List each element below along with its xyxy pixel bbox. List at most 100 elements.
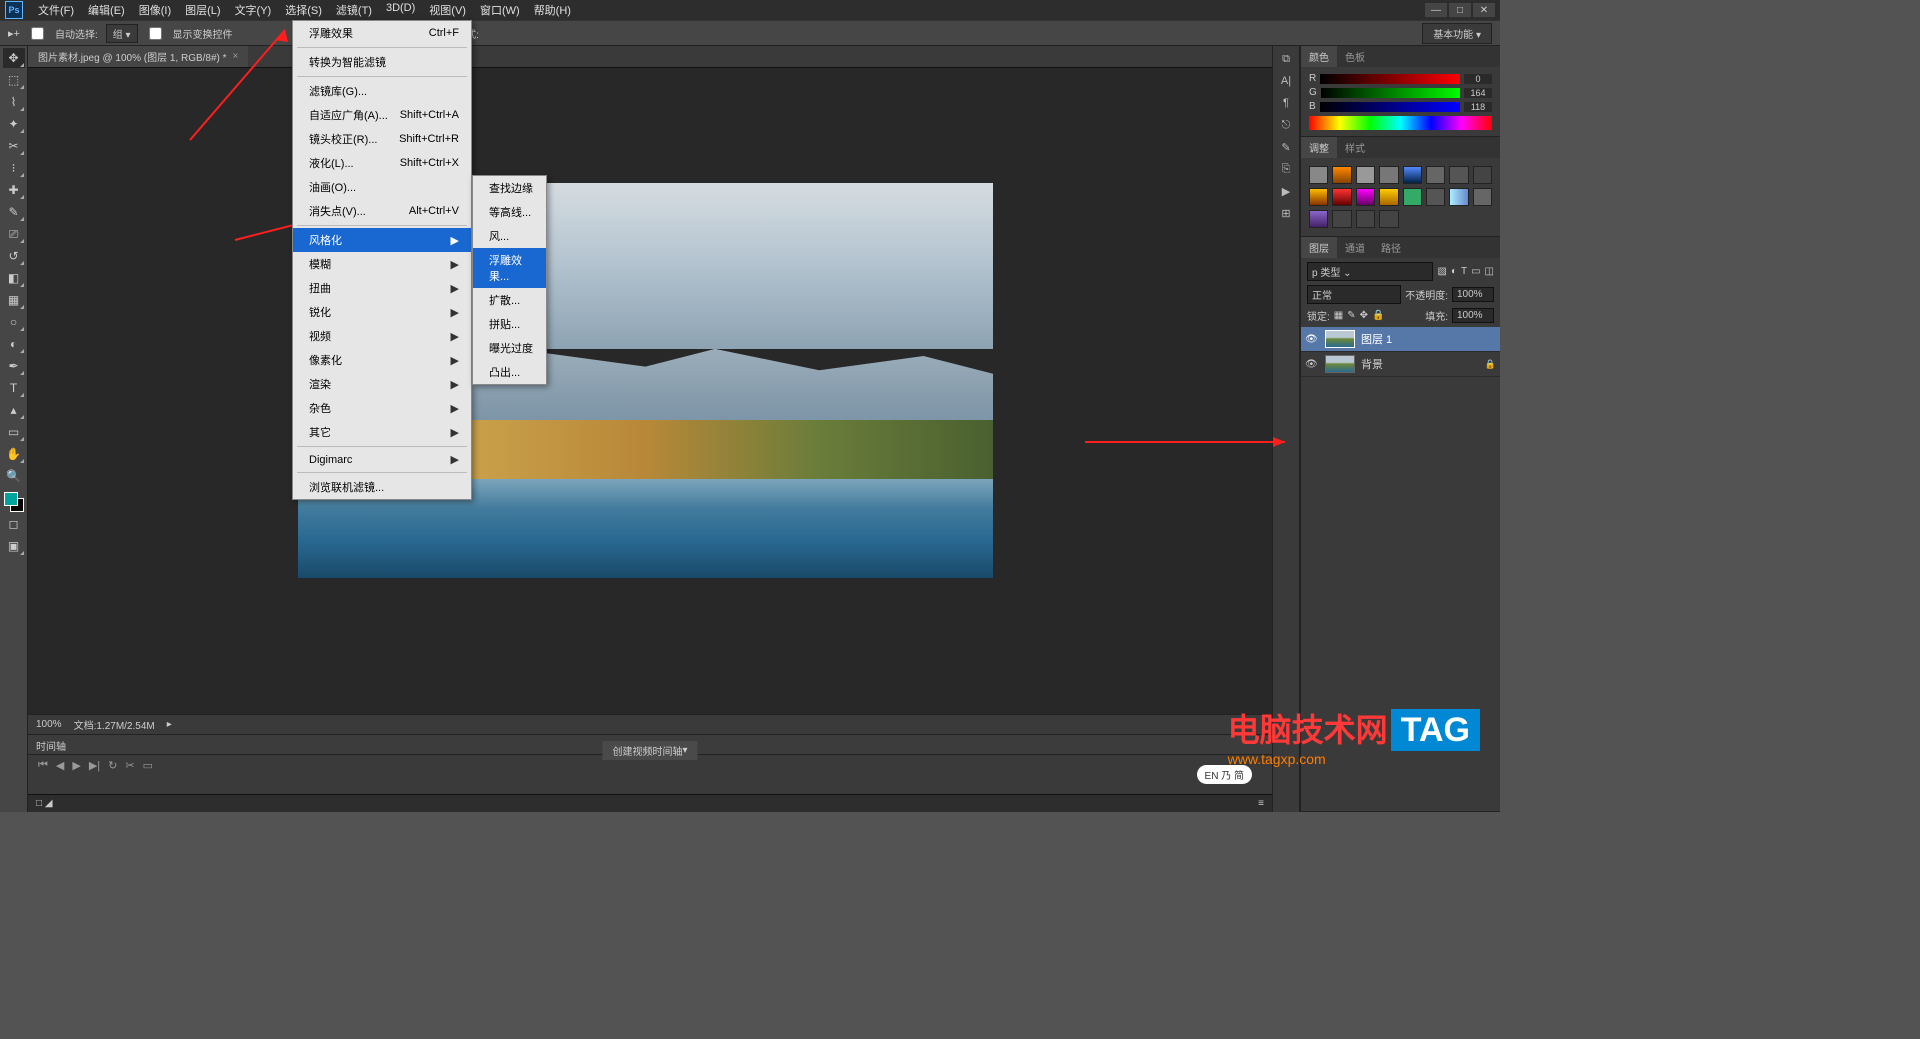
filter-pixel-icon[interactable]: ▧ bbox=[1437, 266, 1446, 277]
history-brush-tool[interactable]: ↺ bbox=[3, 246, 25, 266]
lock-all-icon[interactable]: 🔒 bbox=[1372, 310, 1384, 321]
path-selection-tool[interactable]: ▴ bbox=[3, 400, 25, 420]
adj-bw[interactable] bbox=[1473, 166, 1492, 184]
adj-curves[interactable] bbox=[1356, 166, 1375, 184]
adj-brightness[interactable] bbox=[1309, 166, 1328, 184]
type-tool[interactable]: T bbox=[3, 378, 25, 398]
filter-browse-online[interactable]: 浏览联机滤镜... bbox=[293, 475, 471, 499]
filter-liquify[interactable]: 液化(L)...Shift+Ctrl+X bbox=[293, 151, 471, 175]
layer-visibility-icon[interactable]: 👁 bbox=[1305, 359, 1319, 370]
zoom-level[interactable]: 100% bbox=[36, 719, 62, 730]
menu-3d[interactable]: 3D(D) bbox=[379, 0, 422, 21]
quick-mask-icon[interactable]: ◻ bbox=[3, 514, 25, 534]
adj-color-lookup[interactable] bbox=[1356, 188, 1375, 206]
opacity-input[interactable]: 100% bbox=[1452, 287, 1494, 302]
filter-render[interactable]: 渲染▶ bbox=[293, 372, 471, 396]
menu-type[interactable]: 文字(Y) bbox=[228, 0, 279, 21]
marquee-tool[interactable]: ⬚ bbox=[3, 70, 25, 90]
mini-bridge-icon[interactable]: □ ◢ bbox=[36, 798, 53, 809]
lock-pixels-icon[interactable]: ✎ bbox=[1347, 310, 1355, 321]
stylize-tiles[interactable]: 拼贴... bbox=[473, 312, 546, 336]
color-swatch[interactable] bbox=[4, 492, 24, 512]
adj-gradient-map[interactable] bbox=[1449, 188, 1468, 206]
channels-tab[interactable]: 通道 bbox=[1337, 237, 1373, 258]
filter-oil-paint[interactable]: 油画(O)... bbox=[293, 175, 471, 199]
menu-select[interactable]: 选择(S) bbox=[278, 0, 329, 21]
close-icon[interactable]: ✕ bbox=[1473, 3, 1495, 17]
layer-visibility-icon[interactable]: 👁 bbox=[1305, 334, 1319, 345]
minimize-icon[interactable]: — bbox=[1425, 3, 1447, 17]
filter-stylize[interactable]: 风格化▶ bbox=[293, 228, 471, 252]
menu-filter[interactable]: 滤镜(T) bbox=[329, 0, 379, 21]
filter-sharpen[interactable]: 锐化▶ bbox=[293, 300, 471, 324]
adjustments-tab[interactable]: 调整 bbox=[1301, 137, 1337, 158]
shape-tool[interactable]: ▭ bbox=[3, 422, 25, 442]
stylize-contour[interactable]: 等高线... bbox=[473, 200, 546, 224]
filter-noise[interactable]: 杂色▶ bbox=[293, 396, 471, 420]
layer-thumbnail[interactable] bbox=[1325, 330, 1355, 348]
blend-mode-select[interactable]: 正常 bbox=[1307, 285, 1401, 304]
filter-adjust-icon[interactable]: ◐ bbox=[1451, 266, 1457, 277]
adj-extra4[interactable] bbox=[1379, 210, 1398, 228]
layer-name[interactable]: 背景 bbox=[1361, 356, 1383, 372]
menu-image[interactable]: 图像(I) bbox=[132, 0, 178, 21]
create-video-timeline-button[interactable]: 创建视频时间轴 ▾ bbox=[602, 741, 697, 760]
layer-row-1[interactable]: 👁 图层 1 bbox=[1301, 327, 1500, 352]
status-arrow-icon[interactable]: ▸ bbox=[167, 719, 172, 730]
stylize-solarize[interactable]: 曝光过度 bbox=[473, 336, 546, 360]
swatches-tab[interactable]: 色板 bbox=[1337, 46, 1373, 67]
filter-blur[interactable]: 模糊▶ bbox=[293, 252, 471, 276]
stylize-extrude[interactable]: 凸出... bbox=[473, 360, 546, 384]
clone-stamp-tool[interactable]: ⎚ bbox=[3, 224, 25, 244]
actions-panel-icon[interactable]: ▶ bbox=[1277, 182, 1295, 200]
g-value[interactable]: 164 bbox=[1464, 88, 1492, 98]
blur-tool[interactable]: ○ bbox=[3, 312, 25, 332]
menu-window[interactable]: 窗口(W) bbox=[473, 0, 527, 21]
brush-presets-icon[interactable]: ✎ bbox=[1277, 138, 1295, 156]
timeline-next-icon[interactable]: ▶| bbox=[89, 759, 100, 772]
properties-panel-icon[interactable]: ⊞ bbox=[1277, 204, 1295, 222]
filter-video[interactable]: 视频▶ bbox=[293, 324, 471, 348]
layer-name[interactable]: 图层 1 bbox=[1361, 331, 1392, 347]
move-tool-icon[interactable]: ▸+ bbox=[8, 27, 20, 40]
layer-thumbnail[interactable] bbox=[1325, 355, 1355, 373]
lock-position-icon[interactable]: ✥ bbox=[1360, 310, 1368, 321]
panel-menu-icon[interactable]: ≡ bbox=[1258, 798, 1264, 809]
stylize-wind[interactable]: 风... bbox=[473, 224, 546, 248]
menu-edit[interactable]: 编辑(E) bbox=[81, 0, 132, 21]
timeline-prev-icon[interactable]: ◀ bbox=[56, 759, 64, 772]
adj-channel-mixer[interactable] bbox=[1332, 188, 1351, 206]
auto-select-checkbox[interactable] bbox=[31, 27, 44, 40]
pen-tool[interactable]: ✒ bbox=[3, 356, 25, 376]
stylize-find-edges[interactable]: 查找边缘 bbox=[473, 176, 546, 200]
lock-transparent-icon[interactable]: ▦ bbox=[1334, 310, 1343, 321]
adj-levels[interactable] bbox=[1332, 166, 1351, 184]
canvas-area[interactable] bbox=[28, 68, 1272, 714]
brush-tool[interactable]: ✎ bbox=[3, 202, 25, 222]
dodge-tool[interactable]: ◐ bbox=[3, 334, 25, 354]
close-tab-icon[interactable]: × bbox=[233, 51, 239, 62]
healing-brush-tool[interactable]: ✚ bbox=[3, 180, 25, 200]
crop-tool[interactable]: ✂ bbox=[3, 136, 25, 156]
adj-extra2[interactable] bbox=[1332, 210, 1351, 228]
filter-gallery[interactable]: 滤镜库(G)... bbox=[293, 79, 471, 103]
filter-digimarc[interactable]: Digimarc▶ bbox=[293, 449, 471, 470]
gradient-tool[interactable]: ▦ bbox=[3, 290, 25, 310]
adj-invert[interactable] bbox=[1379, 188, 1398, 206]
adj-exposure[interactable] bbox=[1379, 166, 1398, 184]
hand-tool[interactable]: ✋ bbox=[3, 444, 25, 464]
zoom-tool[interactable]: 🔍 bbox=[3, 466, 25, 486]
r-slider[interactable] bbox=[1320, 74, 1460, 84]
color-tab[interactable]: 颜色 bbox=[1301, 46, 1337, 67]
menu-help[interactable]: 帮助(H) bbox=[527, 0, 578, 21]
fill-input[interactable]: 100% bbox=[1452, 308, 1494, 323]
clone-source-icon[interactable]: ⎘ bbox=[1277, 160, 1295, 178]
lasso-tool[interactable]: ⌇ bbox=[3, 92, 25, 112]
stylize-emboss[interactable]: 浮雕效果... bbox=[473, 248, 546, 288]
adj-posterize[interactable] bbox=[1403, 188, 1422, 206]
filter-vanishing-point[interactable]: 消失点(V)...Alt+Ctrl+V bbox=[293, 199, 471, 223]
filter-type-icon[interactable]: T bbox=[1461, 266, 1467, 277]
paragraph-panel-icon[interactable]: ¶ bbox=[1277, 94, 1295, 112]
g-slider[interactable] bbox=[1321, 88, 1460, 98]
styles-tab[interactable]: 样式 bbox=[1337, 137, 1373, 158]
